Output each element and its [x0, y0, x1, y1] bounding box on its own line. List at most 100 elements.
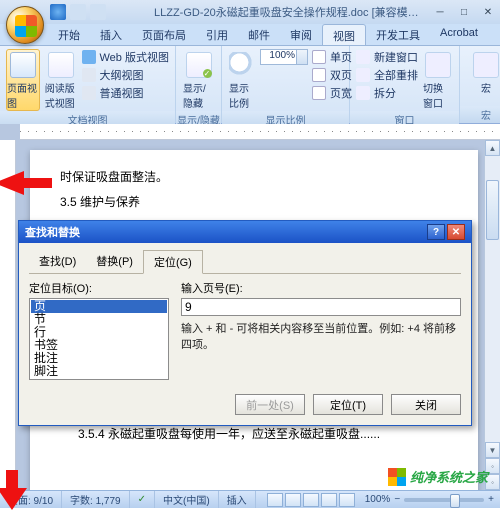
- maximize-button[interactable]: □: [452, 3, 476, 21]
- goto-button[interactable]: 定位(T): [313, 394, 383, 415]
- scroll-down-button[interactable]: ▼: [485, 442, 500, 458]
- find-replace-dialog: 查找和替换 ? ✕ 查找(D) 替换(P) 定位(G) 定位目标(O): 页 节…: [18, 220, 472, 426]
- dialog-tab-find[interactable]: 查找(D): [29, 250, 86, 274]
- minimize-button[interactable]: ─: [428, 3, 452, 21]
- scroll-thumb[interactable]: [486, 180, 499, 240]
- dialog-tab-replace[interactable]: 替换(P): [86, 250, 143, 274]
- zoom-control: 100% − +: [359, 494, 500, 505]
- word-count[interactable]: 字数: 1,779: [62, 491, 130, 508]
- dialog-tabs: 查找(D) 替换(P) 定位(G): [29, 249, 461, 274]
- vertical-scrollbar[interactable]: ▲ ▼ ◦ ◦: [484, 140, 500, 490]
- view-outline-icon[interactable]: [321, 493, 337, 507]
- titlebar: LLZZ-GD-20永磁起重吸盘安全操作规程.doc [兼容模式] - Micr…: [0, 0, 500, 24]
- dialog-tab-goto[interactable]: 定位(G): [143, 250, 203, 274]
- dialog-titlebar[interactable]: 查找和替换 ? ✕: [19, 221, 471, 243]
- view-print-layout-icon[interactable]: [267, 493, 283, 507]
- new-window-icon: [356, 50, 370, 64]
- tab-mailings[interactable]: 邮件: [238, 24, 280, 45]
- quick-access-toolbar: [50, 4, 106, 20]
- qat-save-icon[interactable]: [50, 4, 66, 20]
- list-item[interactable]: 脚注: [31, 365, 167, 378]
- zoom-percent-field[interactable]: 100%: [260, 49, 308, 65]
- checkmark-badge: ✓: [203, 69, 212, 78]
- page-width-label: 页宽: [330, 85, 352, 101]
- horizontal-ruler[interactable]: [20, 124, 500, 140]
- print-layout-icon: [10, 52, 36, 78]
- close-button[interactable]: 关闭: [391, 394, 461, 415]
- zoom-label: 显示比例: [229, 80, 255, 110]
- show-hide-label: 显示/隐藏: [183, 80, 214, 110]
- switch-windows-button[interactable]: 切换窗口: [422, 49, 453, 111]
- reading-layout-button[interactable]: 阅读版式视图: [44, 49, 78, 111]
- group-show-hide: ✓ 显示/隐藏 显示/隐藏: [176, 46, 222, 123]
- view-draft-icon[interactable]: [339, 493, 355, 507]
- split-button[interactable]: 拆分: [356, 85, 418, 101]
- outline-view-button[interactable]: 大纲视图: [82, 67, 169, 83]
- web-layout-button[interactable]: Web 版式视图: [82, 49, 169, 65]
- macros-button[interactable]: 宏: [466, 49, 500, 96]
- group-window: 新建窗口 全部重排 拆分 切换窗口 窗口: [350, 46, 460, 123]
- reading-layout-icon: [48, 52, 74, 78]
- previous-button: 前一处(S): [235, 394, 305, 415]
- page-number-input[interactable]: [181, 298, 461, 316]
- office-orb-button[interactable]: [6, 6, 44, 44]
- tab-acrobat[interactable]: Acrobat: [430, 24, 488, 45]
- view-reading-icon[interactable]: [285, 493, 301, 507]
- tab-page-layout[interactable]: 页面布局: [132, 24, 196, 45]
- scroll-up-button[interactable]: ▲: [485, 140, 500, 156]
- qat-undo-icon[interactable]: [70, 4, 86, 20]
- draft-icon: [82, 86, 96, 100]
- one-page-button[interactable]: 单页: [312, 49, 352, 65]
- magnifier-icon: [229, 52, 255, 78]
- page-number-label: 输入页号(E):: [181, 280, 461, 296]
- tab-insert[interactable]: 插入: [90, 24, 132, 45]
- print-layout-label: 页面视图: [7, 80, 39, 110]
- switch-windows-icon: [425, 52, 451, 78]
- switch-windows-label: 切换窗口: [423, 80, 452, 110]
- zoom-slider[interactable]: [404, 498, 484, 502]
- annotation-arrow-icon: [0, 168, 52, 198]
- show-hide-button[interactable]: ✓ 显示/隐藏: [182, 49, 215, 111]
- dialog-close-button[interactable]: ✕: [447, 224, 465, 240]
- view-web-icon[interactable]: [303, 493, 319, 507]
- arrange-all-icon: [356, 68, 370, 82]
- new-window-label: 新建窗口: [374, 49, 418, 65]
- doc-text: 时保证吸盘面整洁。: [60, 166, 448, 189]
- split-label: 拆分: [374, 85, 396, 101]
- insert-mode[interactable]: 插入: [219, 491, 256, 508]
- page-width-button[interactable]: 页宽: [312, 85, 352, 101]
- zoom-in-button[interactable]: +: [488, 494, 494, 505]
- zoom-value[interactable]: 100%: [365, 494, 391, 505]
- tab-view[interactable]: 视图: [322, 24, 366, 45]
- outline-icon: [82, 68, 96, 82]
- language-indicator[interactable]: 中文(中国): [155, 491, 219, 508]
- draft-view-button[interactable]: 普通视图: [82, 85, 169, 101]
- goto-hint-text: 输入 + 和 - 可将相关内容移至当前位置。例如: +4 将前移四项。: [181, 320, 461, 352]
- dialog-help-button[interactable]: ?: [427, 224, 445, 240]
- doc-text: 3.5.4 永磁起重吸盘每使用一年，应送至永磁起重吸盘......: [60, 423, 448, 446]
- web-layout-icon: [82, 50, 96, 64]
- outline-label: 大纲视图: [100, 67, 144, 83]
- print-layout-button[interactable]: 页面视图: [6, 49, 40, 111]
- proofing-status[interactable]: ✓: [130, 491, 155, 508]
- macros-label: 宏: [481, 80, 491, 95]
- list-item[interactable]: 页: [31, 300, 167, 313]
- tab-developer[interactable]: 开发工具: [366, 24, 430, 45]
- qat-redo-icon[interactable]: [90, 4, 106, 20]
- zoom-button[interactable]: 显示比例: [228, 49, 256, 111]
- watermark-text: 纯净系统之家: [410, 467, 488, 486]
- new-window-button[interactable]: 新建窗口: [356, 49, 418, 65]
- tab-review[interactable]: 审阅: [280, 24, 322, 45]
- dialog-title: 查找和替换: [25, 224, 425, 240]
- close-app-button[interactable]: ✕: [476, 3, 500, 21]
- two-pages-button[interactable]: 双页: [312, 67, 352, 83]
- tab-home[interactable]: 开始: [48, 24, 90, 45]
- arrange-all-button[interactable]: 全部重排: [356, 67, 418, 83]
- macros-icon: [473, 52, 499, 78]
- group-document-views: 页面视图 阅读版式视图 Web 版式视图 大纲视图 普通视图 文档视图: [0, 46, 176, 123]
- list-item[interactable]: 节: [31, 313, 167, 326]
- zoom-out-button[interactable]: −: [394, 494, 400, 505]
- goto-target-listbox[interactable]: 页 节 行 书签 批注 脚注: [29, 298, 169, 380]
- show-hide-icon: ✓: [186, 52, 212, 78]
- tab-references[interactable]: 引用: [196, 24, 238, 45]
